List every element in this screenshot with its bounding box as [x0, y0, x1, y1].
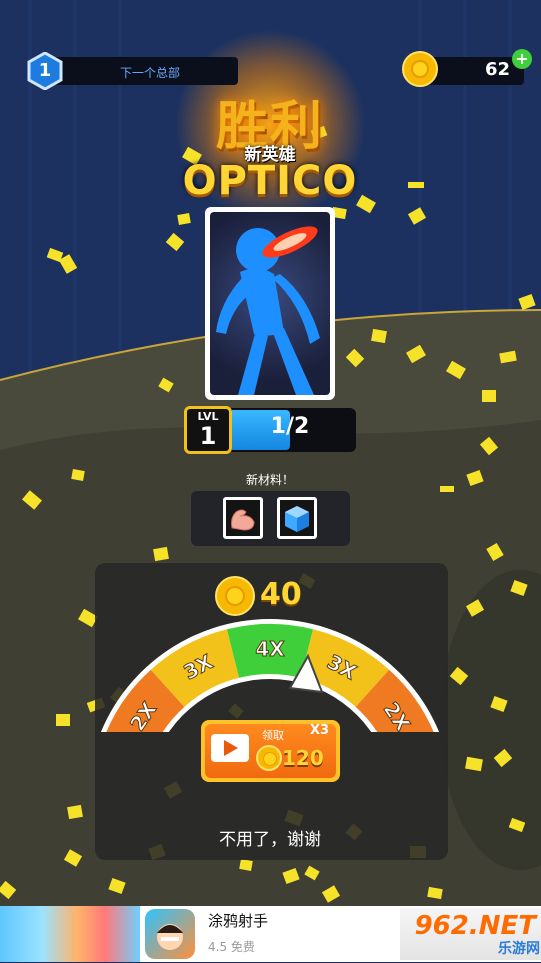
hero-figure-icon	[216, 226, 320, 395]
material-slot-arm	[223, 497, 263, 539]
no-thanks-button[interactable]: 不用了，谢谢	[180, 825, 360, 850]
ice-cube-icon	[285, 506, 309, 532]
reward-coin-icon	[215, 576, 255, 616]
app-meta: 4.5 免费	[208, 940, 255, 954]
hero-name: OPTICO	[182, 158, 358, 204]
app-icon[interactable]	[145, 909, 195, 959]
ad-reward-value: 120	[282, 746, 324, 770]
watermark-sub: 乐游网	[498, 941, 540, 957]
hero-progress-text: 1/2	[270, 414, 310, 439]
coin-count: 62	[484, 59, 510, 80]
add-coins-button[interactable]: +	[512, 49, 532, 69]
coin-icon	[402, 51, 438, 87]
app-name[interactable]: 涂鸦射手	[208, 910, 358, 931]
hero-level-value: 1	[199, 422, 217, 450]
material-slot-ice	[277, 497, 317, 539]
ad-banner-image[interactable]	[0, 906, 140, 962]
next-boss-label: 下一个总部	[120, 66, 181, 80]
app-character-icon	[157, 924, 183, 950]
claim-label: 领取	[262, 729, 284, 742]
player-level: 1	[38, 60, 52, 81]
wheel-multiplier-label: 4X	[255, 637, 285, 661]
ad-coin-icon	[256, 745, 282, 771]
play-triangle-icon	[224, 740, 238, 756]
hero-portrait	[210, 212, 330, 395]
watermark-text: 962.NET	[414, 911, 536, 941]
multiplier-wheel: 2X3X4X3X2X	[100, 619, 440, 732]
new-materials-label: 新材料！	[245, 473, 294, 487]
arm-muscle-icon	[231, 509, 255, 531]
reward-coins: 40	[260, 577, 302, 612]
ad-multiplier-label: X3	[310, 723, 330, 738]
materials-panel	[191, 491, 350, 546]
